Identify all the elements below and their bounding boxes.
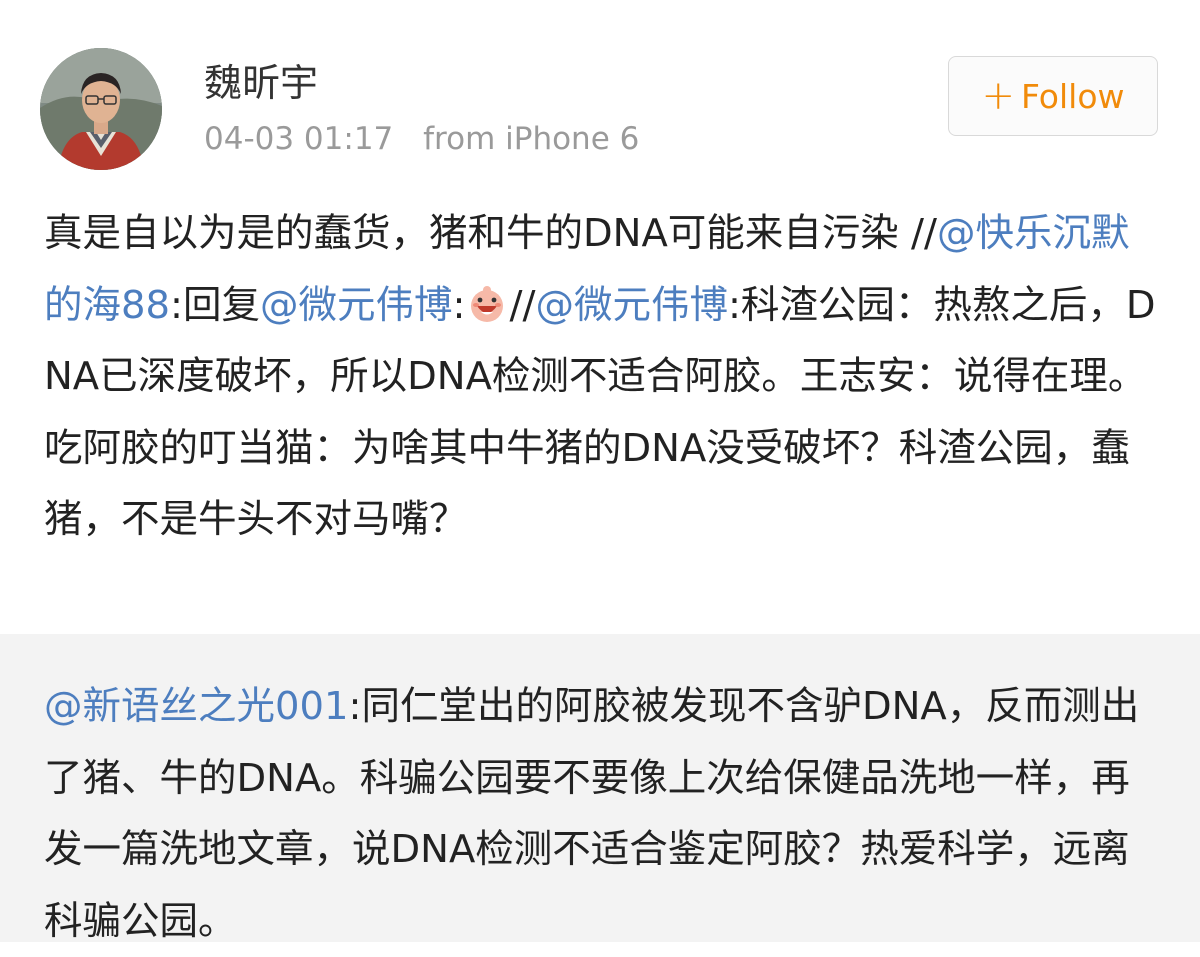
post-source: from iPhone 6 bbox=[423, 121, 640, 157]
post-text-part: // bbox=[509, 282, 536, 328]
smiley-emoji-icon bbox=[471, 285, 504, 322]
avatar[interactable] bbox=[40, 48, 162, 170]
post-time: 04-03 01:17 bbox=[204, 121, 394, 157]
plus-icon: + bbox=[981, 73, 1015, 119]
post-meta: 04-03 01:17 from iPhone 6 bbox=[204, 124, 639, 155]
post-text-part: : bbox=[452, 282, 466, 328]
user-photo bbox=[40, 48, 162, 170]
post-text: 真是自以为是的蠢货，猪和牛的DNA可能来自污染 //@快乐沉默的海88:回复@微… bbox=[44, 198, 1164, 556]
follow-button[interactable]: + Follow bbox=[948, 56, 1158, 136]
mention-link[interactable]: @微元伟博 bbox=[260, 283, 453, 328]
retweet-text: @新语丝之光001:同仁堂出的阿胶被发现不含驴DNA，反而测出了猪、牛的DNA。… bbox=[44, 671, 1164, 957]
retweet-box[interactable]: @新语丝之光001:同仁堂出的阿胶被发现不含驴DNA，反而测出了猪、牛的DNA。… bbox=[0, 634, 1200, 944]
follow-label: Follow bbox=[1021, 76, 1125, 116]
post-text-part: :回复 bbox=[170, 282, 260, 328]
username[interactable]: 魏昕宇 bbox=[204, 64, 318, 102]
mention-link[interactable]: @微元伟博 bbox=[535, 283, 728, 328]
post-text-part: 真是自以为是的蠢货，猪和牛的DNA可能来自污染 // bbox=[44, 211, 937, 256]
retweet-author-link[interactable]: @新语丝之光001 bbox=[44, 684, 349, 729]
